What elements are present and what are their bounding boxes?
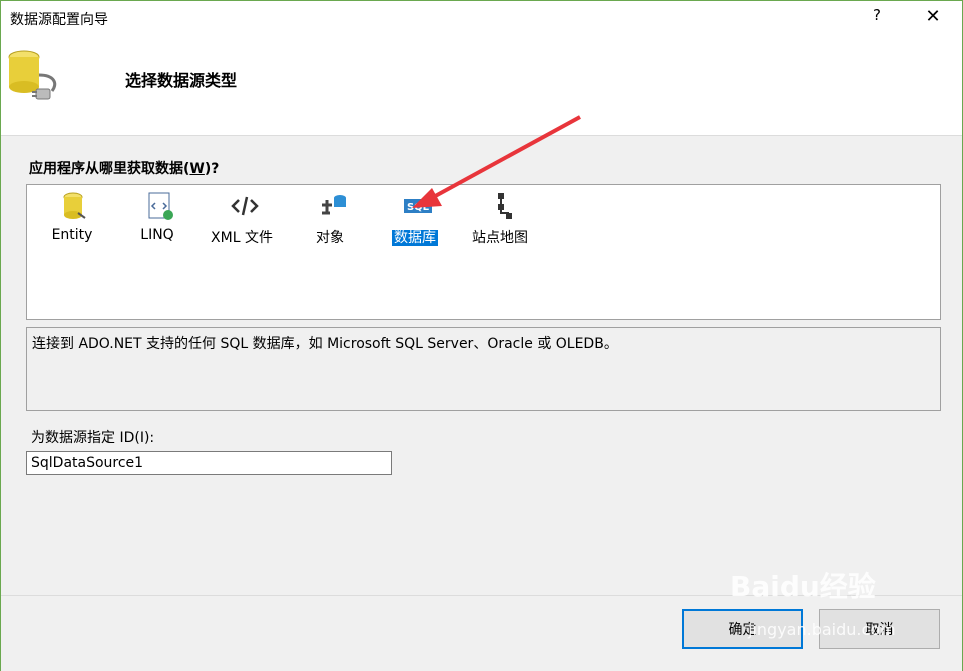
source-item-xml[interactable]: XML 文件 (202, 189, 282, 249)
source-item-sitemap[interactable]: 站点地图 (460, 189, 540, 249)
header-title: 选择数据源类型 (125, 71, 238, 90)
data-source-list[interactable]: Entity LINQ XML 文件 对象 SQL 数据库 站点地图 (26, 184, 941, 320)
datasource-id-input[interactable] (26, 451, 392, 475)
sitemap-icon (498, 193, 512, 219)
source-item-database[interactable]: SQL 数据库 (375, 189, 455, 249)
watermark-url: jingyan.baidu.com (748, 620, 896, 639)
window-title: 数据源配置向导 (10, 12, 108, 28)
source-item-linq[interactable]: LINQ (117, 189, 197, 249)
source-question-label: 应用程序从哪里获取数据(W)? (29, 161, 220, 177)
svg-text:SQL: SQL (407, 202, 430, 213)
close-button[interactable]: ✕ (922, 6, 944, 28)
sql-icon: SQL (404, 199, 432, 213)
linq-icon (148, 192, 173, 220)
source-description: 连接到 ADO.NET 支持的任何 SQL 数据库，如 Microsoft SQ… (32, 336, 618, 352)
entity-db-icon (63, 192, 86, 219)
source-item-object[interactable]: 对象 (290, 189, 370, 249)
title-bar[interactable]: 数据源配置向导 ? ✕ (1, 1, 962, 35)
watermark-brand: Baidu经验 (730, 570, 876, 603)
source-item-entity[interactable]: Entity (32, 189, 112, 249)
wizard-header: 选择数据源类型 (1, 35, 962, 135)
database-plug-icon (8, 50, 57, 100)
id-field-label: 为数据源指定 ID(I): (31, 430, 155, 446)
source-description-box: 连接到 ADO.NET 支持的任何 SQL 数据库，如 Microsoft SQ… (26, 327, 941, 411)
object-icon (322, 195, 346, 215)
help-button[interactable]: ? (867, 6, 887, 28)
xml-icon (231, 196, 259, 216)
